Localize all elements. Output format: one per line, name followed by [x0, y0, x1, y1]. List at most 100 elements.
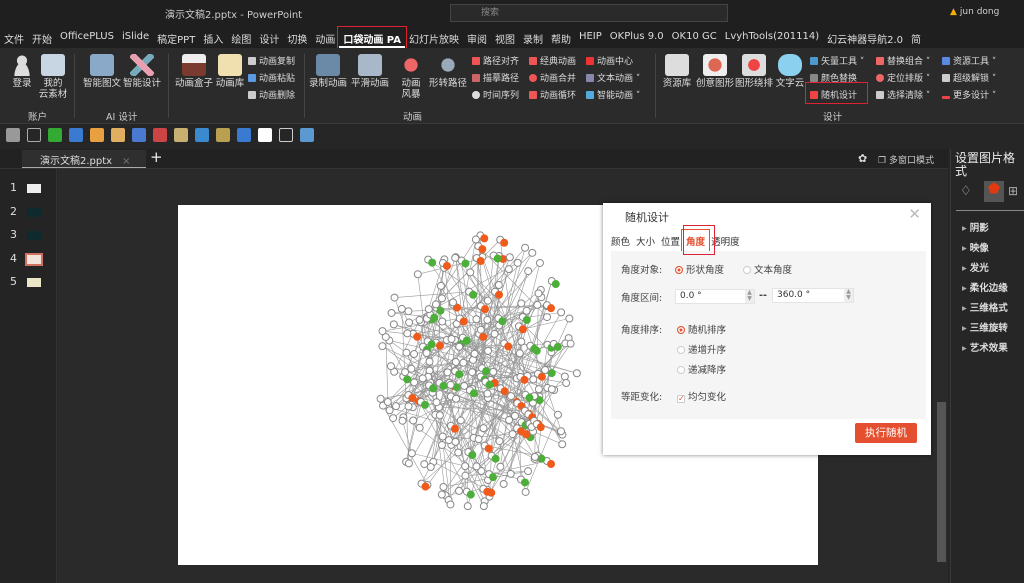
uniform-change-checkbox[interactable]: ✓ 均匀变化: [677, 389, 726, 403]
spinner-arrows[interactable]: ▲ ▼: [844, 289, 853, 302]
tab-15[interactable]: 帮助: [547, 28, 575, 48]
align-icon[interactable]: [48, 128, 62, 142]
tab-13[interactable]: 视图: [491, 28, 519, 48]
format-painter-icon[interactable]: [6, 128, 20, 142]
star-icon[interactable]: [27, 128, 41, 142]
multiwindow-button[interactable]: ❐ 多窗口模式: [878, 153, 934, 166]
effect-icon[interactable]: [153, 128, 167, 142]
vector-tool-button[interactable]: 矢量工具 ˅: [810, 54, 864, 67]
range-from-input[interactable]: 0.0 ° ▲ ▼: [675, 289, 755, 304]
login-button[interactable]: 登录: [8, 54, 36, 89]
tab-20[interactable]: 幻云神器导航2.0: [823, 28, 907, 48]
cloud-assets-button[interactable]: 我的 云素材: [38, 54, 68, 100]
tab-16[interactable]: HEIP: [575, 28, 606, 48]
user-account[interactable]: ▲ jun dong: [950, 7, 999, 17]
dialog-tab-1[interactable]: 大小: [636, 234, 655, 248]
pane-item[interactable]: 映像: [962, 240, 989, 254]
replace-group-button[interactable]: 替换组合 ˅: [876, 54, 930, 67]
image-icon[interactable]: [300, 128, 314, 142]
shape-icon[interactable]: [237, 128, 251, 142]
tab-18[interactable]: OK10 GC: [668, 28, 721, 48]
morph-path-button[interactable]: 形转路径: [428, 54, 468, 89]
pane-item[interactable]: 柔化边缘: [962, 280, 1008, 294]
tab-3[interactable]: iSlide: [118, 28, 153, 48]
scrollbar-thumb[interactable]: [937, 402, 946, 562]
tab-14[interactable]: 录制: [519, 28, 547, 48]
position-layout-button[interactable]: 定位排版 ˅: [876, 71, 930, 84]
size-icon[interactable]: ⊞: [1008, 184, 1018, 198]
tab-10[interactable]: 口袋动画 PA: [337, 26, 407, 50]
slide-thumbnail[interactable]: [27, 231, 41, 240]
resource-tool-button[interactable]: 资源工具 ˅: [942, 54, 996, 67]
radio-descending[interactable]: 递减降序: [677, 362, 726, 376]
anim-paste-button[interactable]: 动画粘贴: [248, 71, 295, 84]
radio-text-angle[interactable]: 文本角度: [743, 262, 792, 276]
super-unlock-button[interactable]: 超级解锁 ˅: [942, 71, 996, 84]
pane-item[interactable]: 艺术效果: [962, 340, 1008, 354]
tab-7[interactable]: 设计: [255, 28, 283, 48]
smart-text-button[interactable]: 智能图文: [82, 54, 122, 89]
word-cloud-button[interactable]: 文字云: [774, 54, 806, 89]
record-anim-button[interactable]: 录制动画: [308, 54, 348, 89]
dialog-tab-2[interactable]: 位置: [661, 234, 680, 248]
creative-shape-button[interactable]: 创意图形: [694, 54, 736, 89]
anim-delete-button[interactable]: 动画删除: [248, 88, 295, 101]
dialog-tab-0[interactable]: 颜色: [611, 234, 630, 248]
classic-anim-button[interactable]: 经典动画: [529, 54, 576, 67]
smooth-anim-button[interactable]: 平滑动画: [350, 54, 390, 89]
tab-11[interactable]: 幻灯片放映: [405, 28, 463, 48]
tab-2[interactable]: OfficePLUS: [56, 28, 118, 48]
anim-lib-button[interactable]: 动画库: [214, 54, 246, 89]
tab-0[interactable]: 文件: [0, 28, 28, 48]
tab-17[interactable]: OKPlus 9.0: [606, 28, 668, 48]
pane-item[interactable]: 阴影: [962, 220, 989, 234]
tab-5[interactable]: 插入: [199, 28, 227, 48]
tab-4[interactable]: 稿定PPT: [153, 28, 199, 48]
anim-merge-button[interactable]: 动画合并: [529, 71, 576, 84]
anim-copy-button[interactable]: 动画复制: [248, 54, 295, 67]
add-tab-button[interactable]: +: [150, 148, 163, 166]
picture-icon[interactable]: [174, 128, 188, 142]
pentagon-effects-icon[interactable]: ⬟: [984, 181, 1004, 202]
dialog-tab-4[interactable]: 透明度: [711, 234, 740, 248]
timeline-button[interactable]: 时间序列: [472, 88, 519, 101]
rotate-icon[interactable]: [195, 128, 209, 142]
smart-design-button[interactable]: 智能设计: [122, 54, 162, 89]
pane-item[interactable]: 三维旋转: [962, 320, 1008, 334]
color-swatch-icon[interactable]: [258, 128, 272, 142]
pane-item[interactable]: 发光: [962, 260, 989, 274]
radio-ascending[interactable]: 递增升序: [677, 342, 726, 356]
trace-path-button[interactable]: 描摹路径: [472, 71, 519, 84]
text-anim-button[interactable]: 文本动画 ˅: [586, 71, 640, 84]
select-clear-button[interactable]: 选择清除 ˅: [876, 88, 930, 101]
tab-6[interactable]: 绘图: [227, 28, 255, 48]
layer-icon[interactable]: [111, 128, 125, 142]
anim-storm-button[interactable]: 动画 风暴: [398, 54, 424, 100]
arrange-icon[interactable]: [216, 128, 230, 142]
fill-icon[interactable]: [69, 128, 83, 142]
smart-anim-button[interactable]: 智能动画 ˅: [586, 88, 640, 101]
range-to-input[interactable]: 360.0 ° ▲ ▼: [772, 288, 854, 303]
tab-12[interactable]: 审阅: [463, 28, 491, 48]
anim-loop-button[interactable]: 动画循环: [529, 88, 576, 101]
radio-random-order[interactable]: 随机排序: [677, 322, 726, 336]
anim-box-button[interactable]: 动画盒子: [174, 54, 214, 89]
distribute-icon[interactable]: [132, 128, 146, 142]
close-icon[interactable]: ×: [122, 156, 130, 167]
resource-lib-button[interactable]: 资源库: [660, 54, 694, 89]
anim-center-button[interactable]: 动画中心: [586, 54, 633, 67]
shape-arrange-button[interactable]: 图形绕排: [734, 54, 774, 89]
crop-icon[interactable]: [279, 128, 293, 142]
more-design-button[interactable]: 更多设计 ˅: [942, 88, 996, 101]
spinner-arrows[interactable]: ▲ ▼: [745, 290, 754, 303]
pane-item[interactable]: 三维格式: [962, 300, 1008, 314]
fill-icon[interactable]: ♢: [960, 184, 972, 199]
tab-8[interactable]: 切换: [283, 28, 311, 48]
document-tab[interactable]: 演示文稿2.pptx ×: [22, 150, 146, 168]
shape-merge-icon[interactable]: [90, 128, 104, 142]
run-random-button[interactable]: 执行随机: [855, 423, 917, 443]
radio-shape-angle[interactable]: 形状角度: [675, 262, 724, 276]
slide-thumbnail[interactable]: [27, 207, 41, 217]
path-align-button[interactable]: 路径对齐: [472, 54, 519, 67]
close-icon[interactable]: ✕: [908, 205, 921, 223]
